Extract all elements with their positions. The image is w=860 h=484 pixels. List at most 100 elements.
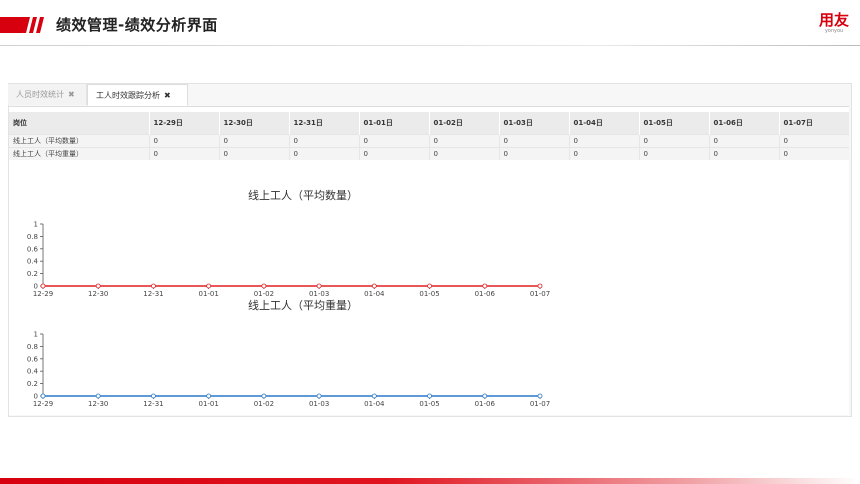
data-point <box>151 283 156 289</box>
y-tick-label: 0.4 <box>27 258 39 266</box>
x-tick-label: 01-01 <box>198 400 218 408</box>
data-point <box>261 393 267 399</box>
y-tick-label: 1 <box>34 221 38 229</box>
efficiency-table: 岗位 12-29日 12-30日 12-31日 01-01日 01-02日 01… <box>9 112 849 160</box>
y-tick-label: 0.6 <box>27 245 39 253</box>
charts-area: 线上工人（平均数量）00.20.40.60.8112-29 12-30 12-31 0… <box>27 188 550 408</box>
data-point <box>316 283 322 289</box>
chart-title: 线上工人（平均数量） <box>248 188 358 202</box>
table-cell: 0 <box>568 147 639 160</box>
x-tick-label: 01-01 <box>198 290 218 298</box>
x-tick-label: 01-06 <box>475 290 496 298</box>
x-tick-label: 12-29 <box>33 290 53 298</box>
tab-worker-efficiency-tracking[interactable]: 工人时效跟踪分析 ✖ <box>87 84 188 106</box>
data-point <box>316 393 322 399</box>
close-icon[interactable]: ✖ <box>68 90 75 99</box>
table-cell: 0 <box>428 134 499 148</box>
table-cell: 线上工人（平均重量） <box>9 147 149 160</box>
x-tick-label: 12-30 <box>88 290 108 298</box>
x-tick-label: 01-07 <box>530 290 550 298</box>
data-point <box>371 283 377 289</box>
table-row[interactable]: 线上工人（平均重量） 0 0 0 0 0 0 0 0 0 0 <box>9 147 849 160</box>
table-cell: 0 <box>148 134 219 148</box>
column-header: 01-02日 <box>428 112 499 135</box>
column-header: 12-31日 <box>288 112 359 135</box>
data-point <box>206 393 212 399</box>
y-tick-label: 1 <box>34 331 38 339</box>
table-cell: 0 <box>148 147 219 160</box>
brand-stripes-icon <box>0 17 44 33</box>
table-cell: 0 <box>218 147 289 160</box>
x-tick-label: 12-31 <box>143 400 163 408</box>
x-tick-label: 01-05 <box>419 290 439 298</box>
data-point <box>482 393 488 399</box>
table-cell: 0 <box>288 147 359 160</box>
y-tick-label: 0.2 <box>27 380 38 388</box>
table-cell: 0 <box>638 134 709 148</box>
logo-main-text: 用友 <box>818 11 849 29</box>
table-cell: 0 <box>358 134 429 148</box>
data-point <box>95 283 101 289</box>
column-header: 01-07日 <box>778 112 849 135</box>
table-cell: 线上工人（平均数量） <box>9 134 149 148</box>
header-divider <box>0 45 860 46</box>
data-point <box>427 283 432 289</box>
header: 绩效管理-绩效分析界面 用友 yonyou <box>0 0 860 46</box>
table-cell: 0 <box>638 147 709 160</box>
line-chart-2: 线上工人（平均重量）00.20.40.60.8112-29 12-30 12-31 0… <box>27 298 550 408</box>
chart-title: 线上工人（平均重量） <box>248 298 358 312</box>
table-cell: 0 <box>568 134 639 148</box>
y-tick-label: 0.6 <box>27 355 39 363</box>
table-cell: 0 <box>778 147 849 160</box>
data-point <box>40 283 46 289</box>
x-tick-label: 12-29 <box>33 400 53 408</box>
x-tick-label: 12-30 <box>88 400 108 408</box>
table-row[interactable]: 线上工人（平均数量） 0 0 0 0 0 0 0 0 0 0 <box>9 134 849 148</box>
table-cell: 0 <box>708 134 779 148</box>
column-header: 01-04日 <box>568 112 639 135</box>
data-point <box>482 283 488 289</box>
x-tick-label: 01-04 <box>364 290 385 298</box>
column-header: 01-05日 <box>638 112 709 135</box>
y-tick-label: 0.8 <box>27 233 38 241</box>
x-tick-label: 01-04 <box>364 400 385 408</box>
table-cell: 0 <box>358 147 429 160</box>
table-cell: 0 <box>428 147 499 160</box>
x-tick-label: 01-05 <box>419 400 439 408</box>
column-header: 01-01日 <box>358 112 429 135</box>
data-point <box>151 393 156 399</box>
x-tick-label: 01-06 <box>475 400 496 408</box>
tab-staff-efficiency-stats[interactable]: 人员时效统计 ✖ <box>8 84 87 105</box>
x-tick-label: 12-31 <box>143 290 163 298</box>
y-tick-label: 0.4 <box>27 368 39 376</box>
column-header: 01-03日 <box>498 112 569 135</box>
data-point <box>40 393 46 399</box>
yonyou-logo: 用友 yonyou <box>814 12 854 38</box>
x-tick-label: 01-03 <box>309 400 329 408</box>
data-point <box>206 283 212 289</box>
x-tick-label: 01-03 <box>309 290 329 298</box>
column-header: 12-29日 <box>148 112 219 135</box>
y-tick-label: 0.8 <box>27 343 38 351</box>
column-header: 12-30日 <box>218 112 289 135</box>
close-icon[interactable]: ✖ <box>164 91 171 100</box>
y-tick-label: 0.2 <box>27 270 38 278</box>
tab-label: 人员时效统计 <box>16 90 64 99</box>
data-point <box>537 393 543 399</box>
table-cell: 0 <box>778 134 849 148</box>
line-chart-1: 线上工人（平均数量）00.20.40.60.8112-29 12-30 12-31 0… <box>27 188 550 298</box>
x-tick-label: 01-07 <box>530 400 550 408</box>
table-header-row: 岗位 12-29日 12-30日 12-31日 01-01日 01-02日 01… <box>9 112 849 135</box>
table-cell: 0 <box>498 134 569 148</box>
x-tick-label: 01-02 <box>254 400 274 408</box>
data-point <box>261 283 267 289</box>
column-header: 01-06日 <box>708 112 779 135</box>
table-cell: 0 <box>288 134 359 148</box>
data-point <box>537 283 543 289</box>
table-cell: 0 <box>218 134 289 148</box>
tab-label: 工人时效跟踪分析 <box>96 91 160 100</box>
table-cell: 0 <box>708 147 779 160</box>
table-cell: 0 <box>498 147 569 160</box>
data-point <box>95 393 101 399</box>
data-point <box>427 393 432 399</box>
